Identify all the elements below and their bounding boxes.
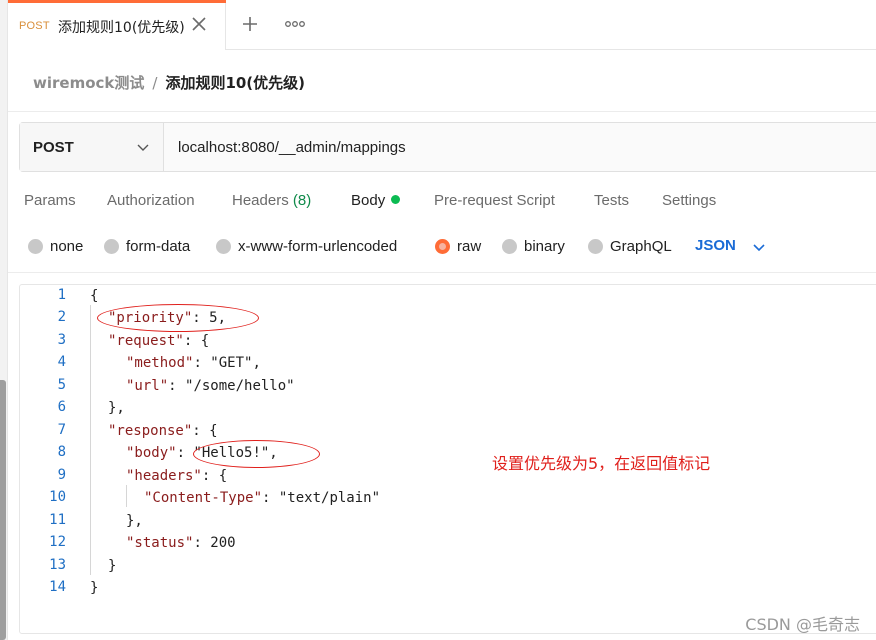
body-format-select[interactable]: JSON <box>695 237 736 254</box>
code-line: }, <box>108 400 125 416</box>
headers-count: (8) <box>292 192 312 209</box>
more-horizontal-icon[interactable] <box>284 14 306 34</box>
breadcrumb-separator: / <box>152 74 158 92</box>
header-divider <box>8 111 876 112</box>
line-number: 8 <box>57 444 66 460</box>
tab-headers-label: Headers <box>232 192 289 209</box>
method-label: POST <box>33 139 74 156</box>
method-select[interactable]: POST <box>20 123 164 171</box>
chevron-down-icon <box>136 140 150 154</box>
line-number: 1 <box>57 287 66 303</box>
tab-pre-request-label: Pre-request Script <box>434 192 555 209</box>
code-line: "status": 200 <box>126 535 236 551</box>
annotation-note: 设置优先级为5，在返回值标记 <box>492 454 711 473</box>
code-line: { <box>90 288 99 304</box>
line-number: 7 <box>57 422 66 438</box>
radio-indicator <box>502 239 517 254</box>
request-tab-active[interactable]: POST 添加规则10(优先级) <box>8 0 226 50</box>
close-icon[interactable] <box>189 14 209 34</box>
line-number: 4 <box>57 354 66 370</box>
options-divider <box>8 272 876 273</box>
tab-tests-label: Tests <box>594 192 630 209</box>
line-number: 3 <box>57 332 66 348</box>
radio-label: form-data <box>126 238 191 255</box>
tab-params-label: Params <box>24 192 76 209</box>
url-bar: POST <box>19 122 876 172</box>
tab-headers[interactable]: Headers (8) <box>232 192 311 209</box>
line-number: 14 <box>49 579 66 595</box>
tab-body[interactable]: Body <box>351 192 401 209</box>
line-number: 9 <box>57 467 66 483</box>
line-number: 11 <box>49 512 66 528</box>
tab-bar: POST 添加规则10(优先级) <box>8 0 876 50</box>
code-editor[interactable]: 1 2 3 4 5 6 7 8 9 10 11 12 13 14 { "prio… <box>19 284 876 634</box>
tab-settings-label: Settings <box>662 192 717 209</box>
code-line: "response": { <box>108 423 218 439</box>
line-number: 13 <box>49 557 66 573</box>
radio-indicator <box>104 239 119 254</box>
url-input[interactable] <box>165 123 876 171</box>
code-line: "url": "/some/hello" <box>126 378 295 394</box>
tab-settings[interactable]: Settings <box>662 192 716 209</box>
annotation-ellipse-body <box>193 440 320 468</box>
radio-label: none <box>50 238 84 255</box>
indent-guide <box>90 305 91 575</box>
annotation-ellipse-priority <box>97 304 259 332</box>
watermark: CSDN @毛奇志 <box>745 615 860 634</box>
tab-params[interactable]: Params <box>24 192 76 209</box>
tab-active-indicator <box>8 0 226 3</box>
radio-indicator <box>28 239 43 254</box>
code-line: "request": { <box>108 333 210 349</box>
radio-label: x-www-form-urlencoded <box>238 238 398 255</box>
radio-indicator <box>588 239 603 254</box>
body-active-dot-icon <box>391 195 401 204</box>
code-line: } <box>108 558 117 574</box>
breadcrumb-collection[interactable]: wiremock测试 <box>33 74 144 92</box>
line-number: 10 <box>49 489 66 505</box>
tab-pre-request-script[interactable]: Pre-request Script <box>434 192 555 209</box>
chevron-down-icon[interactable] <box>752 240 766 254</box>
tab-title: 添加规则10(优先级) <box>58 20 185 36</box>
left-scrollbar[interactable] <box>0 380 6 640</box>
indent-guide <box>126 485 127 507</box>
tab-tests[interactable]: Tests <box>594 192 629 209</box>
radio-indicator <box>216 239 231 254</box>
code-line: "method": "GET", <box>126 355 261 371</box>
code-line: "headers": { <box>126 468 228 484</box>
tab-method-label: POST <box>19 20 50 32</box>
radio-label: GraphQL <box>610 238 672 255</box>
breadcrumb-request-name[interactable]: 添加规则10(优先级) <box>165 74 305 92</box>
line-number: 12 <box>49 534 66 550</box>
line-number: 6 <box>57 399 66 415</box>
code-line: }, <box>126 513 143 529</box>
radio-label: raw <box>457 238 482 255</box>
radio-label: binary <box>524 238 565 255</box>
breadcrumb: wiremock测试 / 添加规则10(优先级) <box>33 72 305 93</box>
code-line: } <box>90 580 99 596</box>
code-line: "Content-Type": "text/plain" <box>144 490 381 506</box>
line-number: 5 <box>57 377 66 393</box>
line-number: 2 <box>57 309 66 325</box>
tab-authorization[interactable]: Authorization <box>107 192 195 209</box>
radio-indicator-checked <box>435 239 450 254</box>
tab-authorization-label: Authorization <box>107 192 195 209</box>
tab-body-label: Body <box>351 192 386 209</box>
plus-icon[interactable] <box>240 14 260 34</box>
